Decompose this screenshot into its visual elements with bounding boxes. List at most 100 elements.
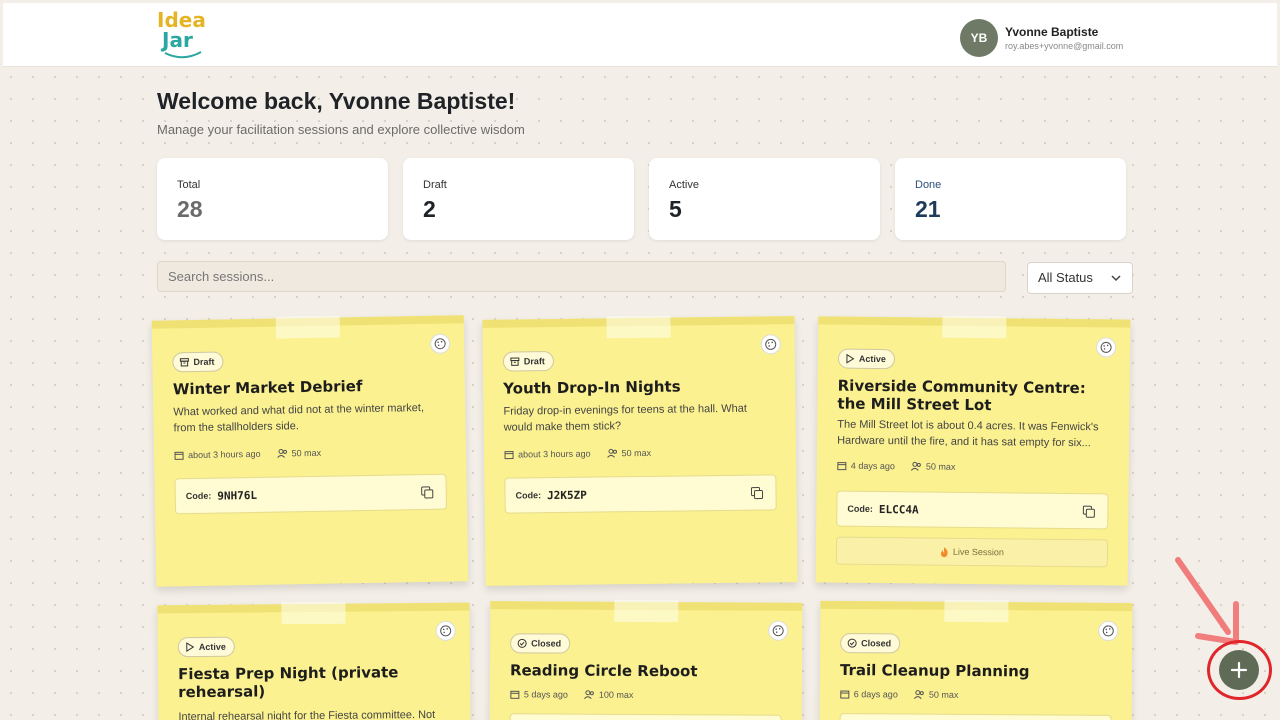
tape-decoration <box>614 599 679 623</box>
status-badge-label: Draft <box>193 356 215 368</box>
palette-icon[interactable] <box>435 620 456 641</box>
session-code: J2K5ZP <box>546 488 587 502</box>
play-icon <box>846 353 855 364</box>
annotation-arrow-icon <box>1175 557 1239 645</box>
live-session-label: Live Session <box>952 546 1005 558</box>
logo-swoosh-icon <box>164 51 202 59</box>
copy-icon[interactable] <box>421 486 434 499</box>
plus-icon <box>1230 661 1248 679</box>
session-code-box <box>839 713 1112 720</box>
status-badge: Closed <box>840 633 901 654</box>
session-card[interactable]: Closed Trail Cleanup Planning 6 days ago… <box>819 599 1133 720</box>
palette-icon[interactable] <box>1098 620 1119 641</box>
users-icon <box>584 690 594 700</box>
card-title: Reading Circle Reboot <box>509 661 698 681</box>
status-filter-select[interactable]: All Status <box>1027 262 1133 294</box>
card-time: 5 days ago <box>523 689 568 700</box>
stat-value: 28 <box>177 196 203 222</box>
play-icon <box>186 642 195 653</box>
card-max: 50 max <box>925 461 956 472</box>
palette-icon[interactable] <box>1095 337 1117 358</box>
stat-label: Active <box>669 179 699 191</box>
status-badge-label: Active <box>198 641 226 653</box>
page-subtitle: Manage your facilitation sessions and ex… <box>157 122 525 137</box>
copy-icon[interactable] <box>750 486 764 500</box>
code-label: Code: <box>185 490 212 502</box>
card-title: Fiesta Prep Night (private rehearsal) <box>177 663 399 702</box>
stat-card-total: Total 28 <box>157 158 388 240</box>
users-icon <box>606 448 617 458</box>
status-badge-label: Draft <box>523 356 545 367</box>
card-meta: about 3 hours ago 50 max <box>504 448 651 460</box>
session-card[interactable]: Closed Reading Circle Reboot 5 days ago … <box>489 599 803 720</box>
card-max: 100 max <box>598 689 634 700</box>
stat-value: 21 <box>915 196 941 222</box>
card-max: 50 max <box>291 447 322 459</box>
status-badge-label: Active <box>858 353 887 365</box>
users-icon <box>910 461 921 471</box>
idea-jar-logo[interactable]: Idea Jar <box>157 10 217 62</box>
user-name: Yvonne Baptiste <box>1005 25 1099 39</box>
logo-text-idea: Idea <box>157 8 206 32</box>
session-code: 9NH76L <box>217 488 258 503</box>
palette-icon[interactable] <box>429 333 451 354</box>
stat-card-done: Done 21 <box>895 158 1126 240</box>
palette-icon[interactable] <box>768 620 789 641</box>
add-session-button[interactable] <box>1219 650 1259 690</box>
session-card[interactable]: Draft Winter Market Debrief What worked … <box>151 315 469 587</box>
session-code-box: Code: J2K5ZP <box>504 474 777 514</box>
archive-icon <box>179 358 189 367</box>
card-title: Trail Cleanup Planning <box>839 661 1030 681</box>
top-bar: Idea Jar YB Yvonne Baptiste roy.abes+yvo… <box>3 3 1277 67</box>
calendar-icon <box>510 690 520 699</box>
stat-card-draft: Draft 2 <box>403 158 634 240</box>
status-badge: Draft <box>502 351 555 372</box>
card-meta: about 3 hours ago 50 max <box>174 448 321 461</box>
card-time: about 3 hours ago <box>517 448 591 460</box>
status-badge: Draft <box>172 351 224 373</box>
card-title: Youth Drop-In Nights <box>503 377 681 398</box>
session-card[interactable]: Active Riverside Community Centre: the M… <box>815 315 1131 586</box>
card-description: What worked and what did not at the wint… <box>173 402 425 435</box>
stat-label: Total <box>177 179 201 191</box>
card-title: Winter Market Debrief <box>172 377 363 399</box>
session-card[interactable]: Draft Youth Drop-In Nights Friday drop-i… <box>482 315 798 586</box>
user-email: roy.abes+yvonne@gmail.com <box>1005 41 1124 51</box>
tape-decoration <box>275 315 341 339</box>
status-filter-value: All Status <box>1038 270 1093 285</box>
copy-icon[interactable] <box>1082 505 1095 518</box>
card-time: 6 days ago <box>853 689 898 700</box>
logo-text-jar: Jar <box>162 28 193 52</box>
stat-label: Draft <box>423 179 447 191</box>
tape-decoration <box>944 599 1009 623</box>
calendar-icon <box>840 690 850 699</box>
live-session-button[interactable]: Live Session <box>835 536 1109 568</box>
check-circle-icon <box>517 638 527 648</box>
card-meta: 6 days ago 50 max <box>840 689 959 700</box>
check-circle-icon <box>847 638 857 648</box>
card-max: 50 max <box>621 447 652 459</box>
palette-icon[interactable] <box>760 334 781 355</box>
session-code-box: Code: 9NH76L <box>174 473 448 515</box>
status-badge: Closed <box>510 633 571 654</box>
search-input[interactable] <box>157 261 1006 292</box>
session-code: ELCC4A <box>878 502 919 516</box>
card-meta: 5 days ago 100 max <box>510 689 634 700</box>
tape-decoration <box>606 315 671 339</box>
card-description: The Mill Street lot is about 0.4 acres. … <box>837 418 1099 450</box>
users-icon <box>276 449 287 458</box>
stat-value: 2 <box>423 196 436 222</box>
user-avatar[interactable]: YB <box>960 19 998 57</box>
card-title: Riverside Community Centre: the Mill Str… <box>837 376 1086 415</box>
card-description: Friday drop-in evenings for teens at the… <box>503 402 747 434</box>
tape-decoration <box>281 601 346 625</box>
session-card[interactable]: Active Fiesta Prep Night (private rehear… <box>157 601 471 720</box>
calendar-icon <box>837 462 847 471</box>
status-badge-label: Closed <box>531 638 562 649</box>
card-max: 50 max <box>928 689 959 700</box>
code-label: Code: <box>515 490 542 501</box>
chevron-down-icon <box>1111 275 1121 282</box>
session-code-box: Code: ELCC4A <box>836 490 1109 530</box>
card-description: Internal rehearsal night for the Fiesta … <box>178 708 436 720</box>
status-badge: Active <box>177 636 235 658</box>
